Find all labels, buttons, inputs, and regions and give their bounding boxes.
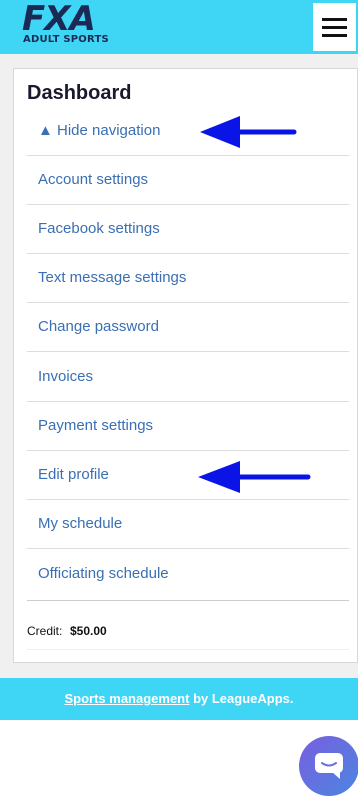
nav-item-my-schedule[interactable]: My schedule	[27, 501, 349, 549]
site-footer: Sports management by LeagueApps.	[0, 678, 358, 720]
nav-label: Invoices	[38, 368, 94, 385]
nav-item-payment-settings[interactable]: Payment settings	[27, 403, 349, 451]
nav-item-text-message-settings[interactable]: Text message settings	[27, 255, 349, 303]
hamburger-icon	[322, 17, 347, 21]
logo-sub-text: ADULT SPORTS	[23, 34, 109, 45]
nav-label: ▲ Hide navigation	[38, 122, 161, 139]
nav-label: Edit profile	[38, 466, 109, 483]
credit-value: $50.00	[70, 624, 107, 638]
logo-main-text: FXA	[22, 0, 96, 39]
site-header: FXA ADULT SPORTS	[0, 0, 358, 54]
footer-suffix: by LeagueApps.	[189, 691, 294, 706]
nav-label: Text message settings	[38, 269, 187, 286]
nav-label: Officiating schedule	[38, 565, 169, 582]
nav-item-invoices[interactable]: Invoices	[27, 354, 349, 402]
nav-label: Facebook settings	[38, 220, 160, 237]
annotation-arrow-icon	[198, 461, 311, 493]
nav-item-officiating-schedule[interactable]: Officiating schedule	[27, 551, 349, 599]
hide-navigation-link[interactable]: ▲ Hide navigation	[27, 108, 349, 156]
hamburger-menu-button[interactable]	[313, 3, 356, 51]
nav-item-change-password[interactable]: Change password	[27, 304, 349, 352]
nav-item-account-settings[interactable]: Account settings	[27, 157, 349, 205]
chat-widget-button[interactable]	[299, 736, 358, 796]
nav-label: My schedule	[38, 515, 123, 532]
sports-management-link[interactable]: Sports management	[64, 691, 189, 706]
nav-label: Change password	[38, 318, 159, 335]
credit-row: Credit: $50.00	[27, 600, 349, 650]
nav-label: Payment settings	[38, 417, 154, 434]
dashboard-title: Dashboard	[27, 82, 132, 104]
fxa-logo[interactable]: FXA ADULT SPORTS	[22, 0, 118, 46]
credit-label: Credit:	[27, 624, 63, 638]
nav-item-facebook-settings[interactable]: Facebook settings	[27, 206, 349, 254]
chat-bubble-icon	[315, 753, 343, 779]
nav-label: Account settings	[38, 171, 149, 188]
annotation-arrow-icon	[200, 116, 297, 148]
